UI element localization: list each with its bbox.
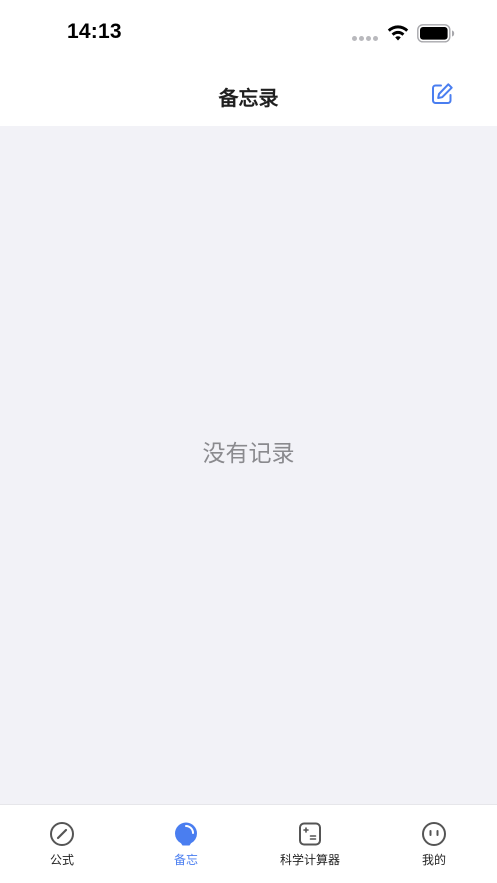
navigation-bar: 备忘录 — [0, 66, 497, 126]
empty-state-message: 没有记录 — [202, 441, 295, 467]
cellular-signal-icon — [352, 36, 380, 42]
profile-face-icon — [422, 822, 446, 846]
tab-formula[interactable]: 公式 — [0, 805, 124, 883]
memo-screen: 14:13 备忘录 没有记录 公式 备忘 科学计算器 我的 — [0, 0, 497, 883]
tab-memo[interactable]: 备忘 — [124, 805, 248, 883]
memo-list-area: 没有记录 — [0, 126, 497, 804]
compose-button[interactable] — [426, 78, 458, 110]
tab-bar: 公式 备忘 科学计算器 我的 — [0, 804, 497, 883]
tab-memo-label: 备忘 — [173, 853, 198, 867]
tab-formula-label: 公式 — [49, 853, 74, 867]
compass-icon — [50, 822, 74, 846]
battery-icon — [417, 24, 455, 43]
memo-bulb-icon — [175, 822, 197, 846]
status-time: 14:13 — [67, 20, 122, 43]
tab-scientific-calculator-label: 科学计算器 — [279, 853, 340, 867]
tab-scientific-calculator[interactable]: 科学计算器 — [248, 805, 372, 883]
tab-profile[interactable]: 我的 — [372, 805, 496, 883]
tab-profile-label: 我的 — [421, 853, 446, 867]
page-title: 备忘录 — [218, 86, 279, 110]
compose-icon — [432, 83, 453, 104]
status-bar: 14:13 — [0, 0, 497, 66]
calculator-icon — [299, 822, 321, 846]
wifi-icon — [387, 25, 409, 41]
